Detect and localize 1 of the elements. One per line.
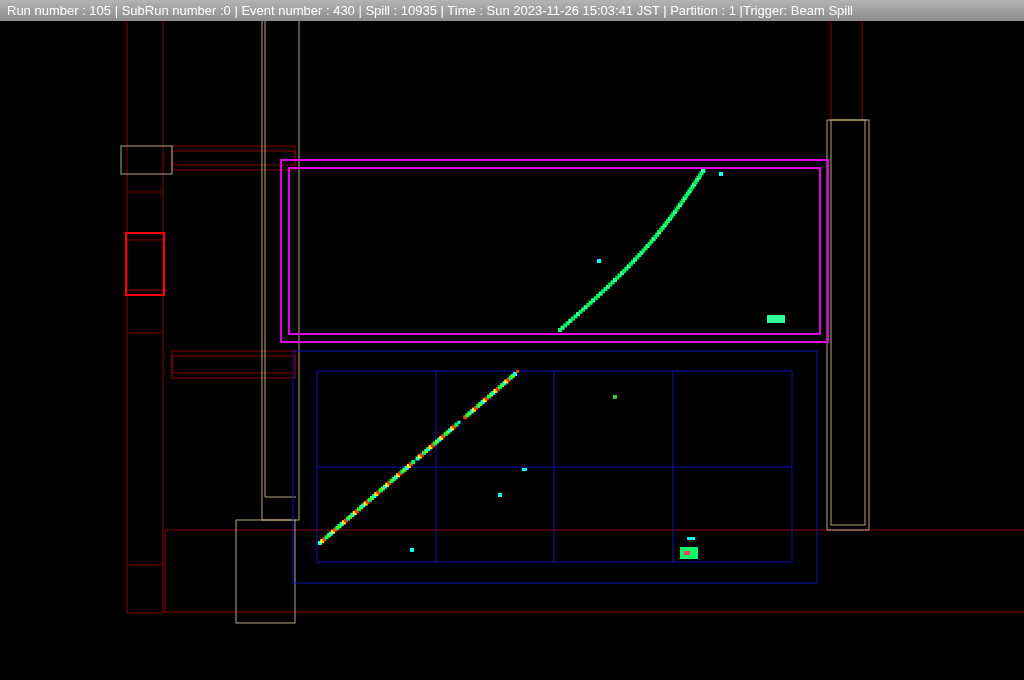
- run-info-text: Run number : 105 | SubRun number :0 | Event number : 430 | Spill : 10935 | Time : Sun 2023-11-26 15:03:41 JST | Partition : 1 |Trigger: Beam Spill: [7, 4, 853, 17]
